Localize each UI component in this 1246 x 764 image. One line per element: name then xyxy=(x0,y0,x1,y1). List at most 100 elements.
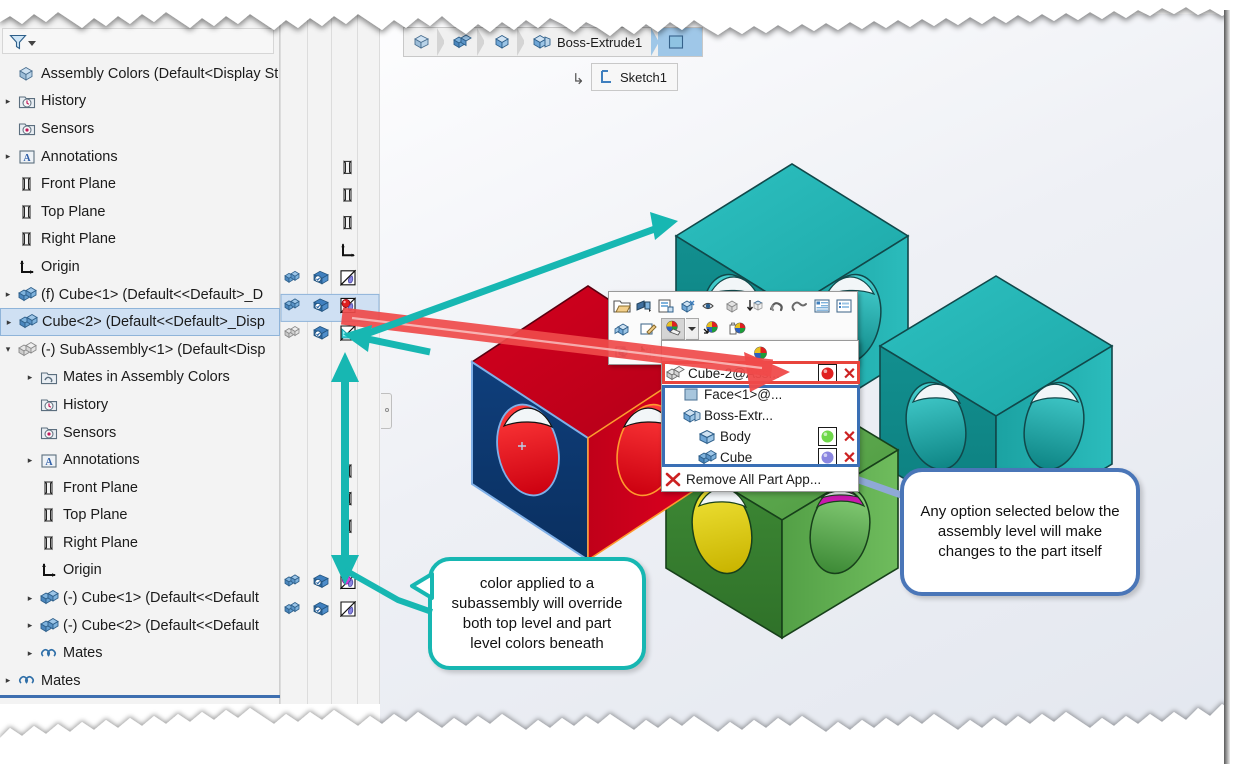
breadcrumb-segment-face[interactable] xyxy=(658,28,703,56)
tree-expander-9[interactable]: ▾ xyxy=(0,344,16,355)
breadcrumb-segment-feature[interactable]: Boss-Extrude1 xyxy=(524,28,660,56)
tree-item[interactable]: Sensors xyxy=(0,115,280,143)
flyout-item-4[interactable]: Cube ✕ xyxy=(662,447,858,468)
tree-filter-bar[interactable] xyxy=(2,28,274,54)
appearance-swatch[interactable] xyxy=(818,427,837,446)
tree-expander-2[interactable]: ▸ xyxy=(0,151,16,162)
list-icon[interactable] xyxy=(834,295,855,317)
hide-icon[interactable] xyxy=(700,295,721,317)
tree-expander-13[interactable]: ▸ xyxy=(22,455,38,466)
tree-item[interactable]: Front Plane xyxy=(0,474,280,502)
tree-item[interactable]: ▸ Mates in Assembly Colors xyxy=(0,364,280,392)
flyout-item-label: Cube-2@Ass... xyxy=(688,366,780,381)
filter-dropdown-caret-icon[interactable] xyxy=(28,41,36,46)
tree-item[interactable]: ▸ History xyxy=(0,88,280,116)
show-hidden-icon[interactable] xyxy=(722,295,743,317)
float-icon[interactable] xyxy=(767,295,788,317)
tree-expander-7[interactable]: ▸ xyxy=(0,289,16,300)
breadcrumb-segment-assembly[interactable] xyxy=(404,28,445,56)
make-virtual-icon[interactable] xyxy=(611,341,635,363)
configure-component-icon[interactable] xyxy=(611,318,635,340)
tree-item[interactable]: ▸ (-) Cube<1> (Default<<Default xyxy=(0,584,280,612)
tree-item[interactable]: ▸ Mates xyxy=(0,667,280,695)
tree-item[interactable]: Top Plane xyxy=(0,502,280,530)
zoom-to-selection-icon[interactable] xyxy=(633,295,654,317)
breadcrumb-segment-subassembly[interactable] xyxy=(444,28,485,56)
flyout-item-5[interactable]: Remove All Part App... xyxy=(662,468,858,491)
face-icon xyxy=(682,386,704,403)
plane-icon xyxy=(38,478,60,498)
component-context-menu[interactable]: Cube-2@Ass... ✕ Face<1>@... Boss-Extr... Bod… xyxy=(608,291,860,492)
subassembly-breadcrumb-icon xyxy=(453,34,472,49)
tree-expander-19[interactable]: ▸ xyxy=(22,620,38,631)
appearance-swatch[interactable] xyxy=(818,448,837,467)
flyout-header xyxy=(662,343,858,363)
context-toolbar-row-1 xyxy=(611,294,855,317)
tree-item-label: (-) Cube<1> (Default<<Default xyxy=(63,590,259,607)
breadcrumb[interactable]: Boss-Extrude1 xyxy=(403,27,704,57)
tree-expander-8[interactable]: ▸ xyxy=(1,317,17,328)
origin-icon xyxy=(16,257,38,277)
component-properties-icon[interactable] xyxy=(811,295,832,317)
tree-item-label: Top Plane xyxy=(41,203,106,220)
breadcrumb-segment-part[interactable] xyxy=(484,28,525,56)
open-part-icon[interactable] xyxy=(611,295,632,317)
remove-appearance-icon[interactable]: ✕ xyxy=(841,427,858,447)
tree-item[interactable]: Right Plane xyxy=(0,529,280,557)
flyout-item-1[interactable]: Face<1>@... xyxy=(662,384,858,405)
flyout-item-list[interactable]: Cube-2@Ass... ✕ Face<1>@... Boss-Extr... Bod… xyxy=(662,363,858,491)
insert-component-pattern-icon[interactable] xyxy=(636,341,660,363)
feature-manager-tree-panel[interactable]: Assembly Colors (Default<Display Stat ▸ Hi… xyxy=(0,14,280,704)
history-folder-icon xyxy=(38,395,60,415)
tree-root-item[interactable]: Assembly Colors (Default<Display Stat xyxy=(0,60,280,88)
tree-item[interactable]: Front Plane xyxy=(0,170,280,198)
part-level-callout: Any option selected below the assembly l… xyxy=(900,468,1140,596)
tree-item-selected[interactable]: ▸ Cube<2> (Default<<Default>_Disp xyxy=(0,308,280,336)
plane-icon xyxy=(16,174,38,194)
feature-tree-list[interactable]: Assembly Colors (Default<Display Stat ▸ Hi… xyxy=(0,60,280,704)
tree-item[interactable]: History xyxy=(0,391,280,419)
tree-item[interactable]: Right Plane xyxy=(0,226,280,254)
tree-item-label: Annotations xyxy=(63,452,140,469)
copy-appearance-icon[interactable] xyxy=(725,318,749,340)
sketch-chip[interactable]: Sketch1 xyxy=(591,63,678,91)
tree-item-label: Assembly Colors (Default<Display Stat xyxy=(41,65,278,82)
screenshot-root: Assembly Colors (Default<Display Stat ▸ Hi… xyxy=(0,0,1246,764)
tree-expander-18[interactable]: ▸ xyxy=(22,593,38,604)
tree-item[interactable]: ▸ (f) Cube<1> (Default<<Default>_D xyxy=(0,281,280,309)
remove-appearance-icon[interactable]: ✕ xyxy=(841,448,858,468)
tree-expander-20[interactable]: ▸ xyxy=(22,648,38,659)
part-icon xyxy=(38,588,60,608)
tree-item[interactable]: Sensors xyxy=(0,419,280,447)
flyout-item-2[interactable]: Boss-Extr... xyxy=(662,405,858,426)
appearance-swatch[interactable] xyxy=(818,364,837,383)
flyout-item-3[interactable]: Body ✕ xyxy=(662,426,858,447)
change-transparency-icon[interactable] xyxy=(700,318,724,340)
appearance-flyout-menu[interactable]: Cube-2@Ass... ✕ Face<1>@... Boss-Extr... Bod… xyxy=(661,340,860,492)
mate-icon[interactable] xyxy=(789,295,810,317)
tree-item[interactable]: Origin xyxy=(0,253,280,281)
tree-item[interactable]: ▸ Mates xyxy=(0,639,280,667)
tree-expander-0[interactable]: ▸ xyxy=(0,96,16,107)
edit-sketch-icon[interactable] xyxy=(636,318,660,340)
tree-item[interactable]: Origin xyxy=(0,557,280,585)
isolate-icon[interactable] xyxy=(678,295,699,317)
filter-funnel-icon[interactable] xyxy=(9,33,27,51)
tree-item[interactable]: Top Plane xyxy=(0,198,280,226)
tree-item-label: (-) SubAssembly<1> (Default<Disp xyxy=(41,341,266,358)
remove-appearance-icon[interactable]: ✕ xyxy=(841,364,858,384)
tree-item[interactable]: ▸ A Annotations xyxy=(0,143,280,171)
tree-expander-10[interactable]: ▸ xyxy=(22,372,38,383)
insert-into-new-part-icon[interactable] xyxy=(656,295,677,317)
tree-item-label: History xyxy=(41,93,87,110)
suppress-icon[interactable] xyxy=(745,295,766,317)
appearances-caret-icon[interactable] xyxy=(686,317,699,340)
tree-item[interactable]: ▾ (-) SubAssembly<1> (Default<Disp xyxy=(0,336,280,364)
appearances-icon[interactable] xyxy=(661,317,685,340)
tree-expander-21[interactable]: ▸ xyxy=(0,675,16,686)
assembly-breadcrumb-icon xyxy=(414,34,430,49)
tree-item[interactable]: ▸ (-) Cube<2> (Default<<Default xyxy=(0,612,280,640)
tree-item-label: Right Plane xyxy=(63,534,138,551)
tree-item[interactable]: ▸ A Annotations xyxy=(0,446,280,474)
flyout-item-0[interactable]: Cube-2@Ass... ✕ xyxy=(662,363,858,384)
